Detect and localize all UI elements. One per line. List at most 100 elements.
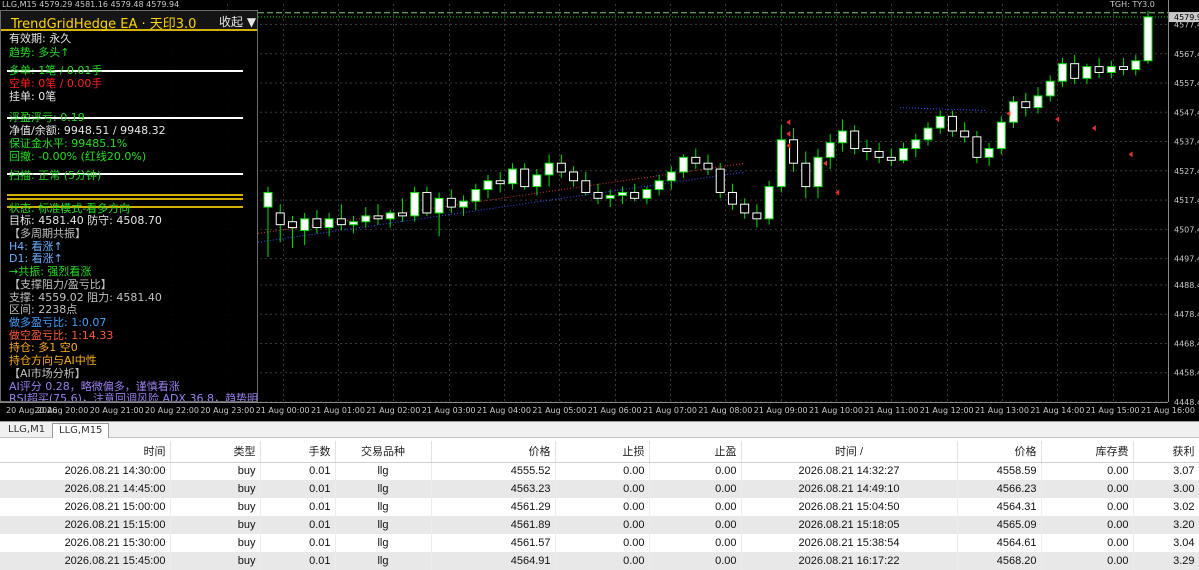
price-axis-label: 4478.40 [1174, 310, 1199, 319]
column-header[interactable]: 止盈 [649, 441, 742, 463]
candle-body [410, 191, 420, 217]
candle-body [581, 180, 591, 193]
price-chart[interactable]: 4579.944577.404567.404557.404547.404537.… [0, 0, 1199, 421]
candle-body [361, 215, 371, 223]
candle-body [312, 218, 322, 229]
time-axis-label: 21 Aug 16:00 [1141, 406, 1195, 415]
candle-body [263, 191, 273, 208]
table-cell: 0.01 [260, 534, 336, 552]
column-header[interactable]: 库存费 [1041, 441, 1134, 463]
panel-line: 【AI市场分析】 [9, 367, 86, 380]
candle-body [556, 162, 566, 173]
candle-body [740, 203, 750, 214]
time-axis-label: 21 Aug 15:00 [1086, 406, 1140, 415]
table-cell: 0.00 [1041, 498, 1134, 516]
table-header-row: 时间 类型 手数 交易品种 价格 止损 止盈 时间 / 价格 库存费 获利 [0, 441, 1199, 463]
table-cell: 0.00 [555, 480, 650, 498]
candle-body [654, 180, 664, 191]
table-row[interactable]: 2026.08.21 14:30:00 buy 0.01 llg 4555.52 0.00… [0, 462, 1199, 480]
table-cell: llg [335, 534, 432, 552]
trade-history-table: 时间 类型 手数 交易品种 价格 止损 止盈 时间 / 价格 库存费 获利 2026.08.21 1… [0, 441, 1199, 570]
candle-body [666, 171, 676, 182]
candle-body [532, 174, 542, 188]
candle-body [275, 212, 285, 226]
column-header[interactable]: 类型 [170, 441, 261, 463]
table-row[interactable]: 2026.08.21 15:15:00 buy 0.01 llg 4561.89 0.00… [0, 516, 1199, 534]
table-cell: 2026.08.21 15:04:50 [741, 498, 958, 516]
table-cell: 0.00 [555, 462, 650, 480]
table-cell: 2026.08.21 16:17:22 [741, 552, 958, 570]
candle-body [776, 139, 786, 188]
candle-body [1009, 101, 1019, 123]
price-axis-label: 4547.40 [1174, 108, 1199, 117]
panel-line: 空单: 0笔 / 0.00手 [9, 77, 103, 90]
candle-body [715, 168, 725, 193]
table-cell: 3.04 [1133, 534, 1199, 552]
candle-body [630, 191, 640, 199]
candle-body [1021, 101, 1031, 109]
candle-body [434, 197, 444, 214]
table-cell: 0.00 [649, 534, 742, 552]
chart-title: LLG,M15 4579.29 4581.16 4579.48 4579.94 [2, 0, 180, 9]
trade-marker [1091, 125, 1096, 132]
panel-line: 浮盈浮亏: 0.19 [9, 111, 85, 124]
table-cell: 0.01 [260, 480, 336, 498]
time-axis-label: 21 Aug 12:00 [920, 406, 974, 415]
candle-body [459, 200, 469, 208]
candle-body [507, 168, 517, 185]
table-cell: 0.01 [260, 498, 336, 516]
column-header[interactable]: 止损 [555, 441, 650, 463]
price-axis-label: 4557.40 [1174, 79, 1199, 88]
table-cell: 0.00 [555, 534, 650, 552]
table-cell: 0.01 [260, 552, 336, 570]
table-cell: 4564.61 [957, 534, 1042, 552]
candle-body [1070, 63, 1080, 79]
candle-body [642, 189, 652, 199]
table-cell: 4563.23 [431, 480, 556, 498]
column-header[interactable]: 时间 [0, 441, 171, 463]
time-axis-label: 21 Aug 08:00 [698, 406, 752, 415]
table-cell: 0.00 [1041, 534, 1134, 552]
table-row[interactable]: 2026.08.21 15:45:00 buy 0.01 llg 4564.91 0.00… [0, 552, 1199, 570]
candle-body [520, 168, 530, 188]
tab-llg-m1[interactable]: LLG,M1 [2, 423, 51, 438]
trade-marker [1128, 151, 1133, 158]
panel-header: TrendGridHedge EA · 天印3.0 收起 ▼ [1, 11, 257, 32]
tab-llg-m15[interactable]: LLG,M15 [52, 423, 110, 438]
column-header[interactable]: 手数 [260, 441, 336, 463]
table-row[interactable]: 2026.08.21 14:45:00 buy 0.01 llg 4563.23 0.00… [0, 480, 1199, 498]
table-row[interactable]: 2026.08.21 15:00:00 buy 0.01 llg 4561.29 0.00… [0, 498, 1199, 516]
time-axis-label: 20 Aug 21:00 [90, 406, 144, 415]
candle-body [789, 139, 799, 164]
time-axis-label: 21 Aug 13:00 [975, 406, 1029, 415]
column-header[interactable]: 交易品种 [335, 441, 432, 463]
table-cell: 4555.52 [431, 462, 556, 480]
candle-body [1082, 66, 1092, 79]
column-header[interactable]: 价格 [431, 441, 556, 463]
time-axis-label: 21 Aug 09:00 [754, 406, 808, 415]
price-axis-label: 4567.40 [1174, 50, 1199, 59]
price-axis-label: 4458.40 [1174, 369, 1199, 378]
panel-line: 持仓方向与AI中性 [9, 354, 97, 367]
panel-separator [7, 198, 243, 200]
candle-body [679, 156, 689, 173]
candle-body [1057, 63, 1067, 82]
table-cell: 4561.29 [431, 498, 556, 516]
table-cell: 3.29 [1133, 552, 1199, 570]
candle-body [947, 115, 957, 132]
candle-body [1143, 16, 1153, 62]
column-header[interactable]: 价格 [957, 441, 1042, 463]
table-row[interactable]: 2026.08.21 15:30:00 buy 0.01 llg 4561.57 0.00… [0, 534, 1199, 552]
table-cell: buy [170, 480, 261, 498]
table-cell: llg [335, 516, 432, 534]
candle-body [862, 148, 872, 152]
candle-body [703, 162, 713, 170]
trade-marker [1006, 110, 1011, 117]
candle-body [923, 127, 933, 141]
time-axis-label: 21 Aug 14:00 [1030, 406, 1084, 415]
column-header[interactable]: 时间 / [741, 441, 958, 463]
candle-body [605, 194, 615, 199]
column-header[interactable]: 获利 [1133, 441, 1199, 463]
collapse-button[interactable]: 收起 ▼ [219, 13, 256, 30]
candle-body [899, 148, 909, 161]
